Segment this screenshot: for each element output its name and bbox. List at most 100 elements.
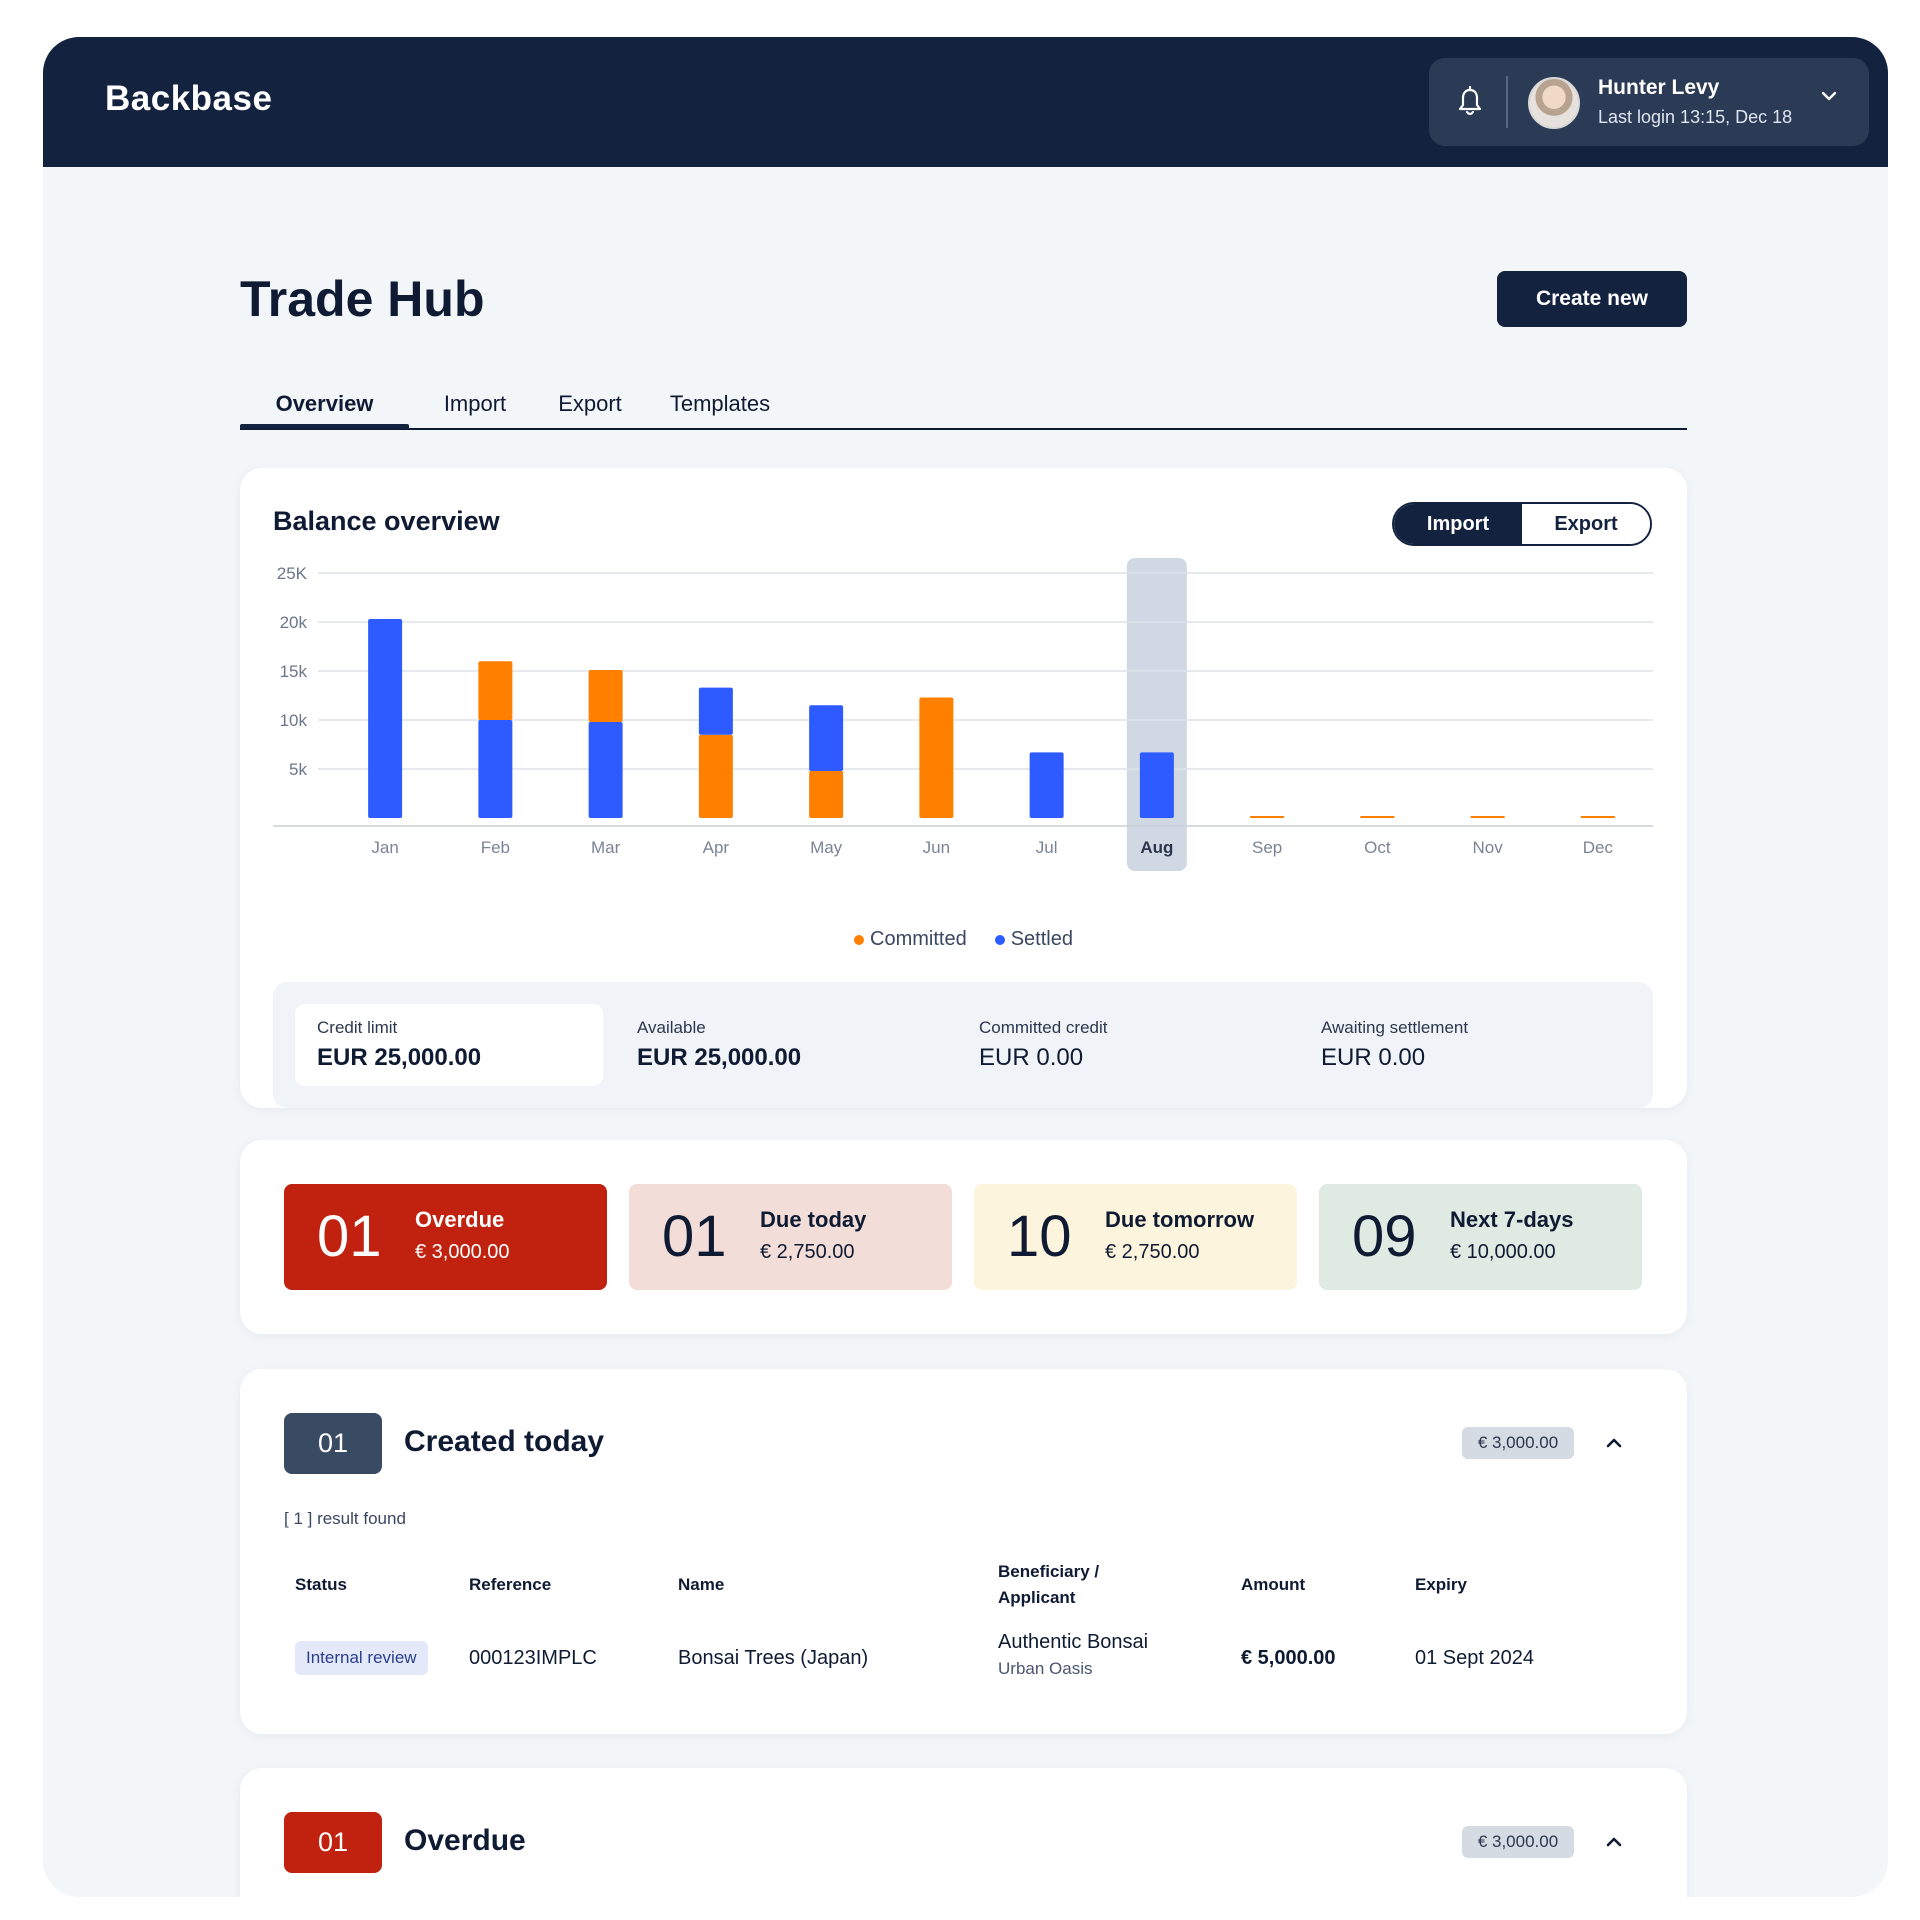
- bar-settled-may: [809, 705, 844, 771]
- x-tick-label: Oct: [1364, 838, 1391, 857]
- import-export-toggle[interactable]: Import Export: [1392, 502, 1652, 546]
- column-header-expiry: Expiry: [1415, 1575, 1467, 1594]
- balance-summary: Credit limit EUR 25,000.00 Available EUR…: [273, 982, 1653, 1108]
- column-header-amount: Amount: [1241, 1575, 1306, 1594]
- tile-amount: € 2,750.00: [1105, 1241, 1200, 1263]
- bar-committed-may: [809, 770, 844, 818]
- app-frame: Backbase Hunter Levy Last login 13:15, D…: [43, 37, 1888, 1897]
- legend-dot-committed: [854, 934, 865, 945]
- cell-reference: 000123IMPLC: [469, 1647, 597, 1669]
- summary-credit-limit: Credit limit EUR 25,000.00: [295, 1004, 603, 1086]
- chevron-up-icon[interactable]: [1602, 1431, 1626, 1455]
- y-tick-label: 15k: [280, 662, 308, 681]
- summary-label: Awaiting settlement: [1321, 1018, 1469, 1037]
- summary-label: Available: [637, 1018, 706, 1037]
- x-tick-label: Apr: [703, 838, 730, 857]
- created-today-count-badge: 01: [284, 1413, 382, 1474]
- y-tick-label: 5k: [289, 760, 307, 779]
- bar-settled-jul: [1029, 752, 1064, 818]
- x-tick-label: Jan: [371, 838, 398, 857]
- bar-settled-mar: [588, 721, 623, 818]
- toggle-export-button[interactable]: Export: [1522, 504, 1650, 544]
- column-header-beneficiary: Beneficiary / Applicant: [998, 1562, 1100, 1607]
- avatar[interactable]: [1528, 77, 1580, 129]
- create-new-button[interactable]: Create new: [1497, 271, 1687, 327]
- bar-committed-feb: [478, 661, 513, 720]
- bar-committed-apr: [698, 734, 733, 818]
- user-menu[interactable]: Hunter Levy Last login 13:15, Dec 18: [1429, 58, 1869, 146]
- created-today-card: 01 Created today € 3,000.00 [ 1 ] result…: [240, 1369, 1687, 1734]
- tab-templates[interactable]: Templates: [655, 380, 785, 428]
- tile-label: Next 7-days: [1450, 1207, 1574, 1232]
- chart-legend: Committed Settled: [240, 928, 1687, 951]
- created-today-total-chip: € 3,000.00: [1462, 1427, 1574, 1459]
- highlight-column: [1126, 558, 1187, 871]
- x-tick-label: Feb: [481, 838, 510, 857]
- bar-settled-jan: [368, 619, 403, 818]
- bell-icon[interactable]: [1457, 84, 1483, 120]
- due-status-card: 01 Overdue € 3,000.00 01 Due today € 2,7…: [240, 1140, 1687, 1334]
- tile-label: Due today: [760, 1207, 867, 1232]
- tab-overview[interactable]: Overview: [240, 380, 409, 428]
- summary-committed-credit: Committed credit EUR 0.00: [957, 1004, 1257, 1086]
- legend-label-settled: Settled: [1010, 928, 1073, 950]
- tile-next-7-days[interactable]: 09 Next 7-days € 10,000.00: [1319, 1184, 1642, 1290]
- tile-count: 01: [662, 1204, 727, 1269]
- balance-bar-chart: 5k 10k 15k 20k 25K Jan Feb Mar Apr May Jun Jul Aug Se…: [273, 558, 1653, 871]
- overdue-total-chip: € 3,000.00: [1462, 1826, 1574, 1858]
- bar-committed-mar: [588, 670, 623, 722]
- summary-awaiting-settlement: Awaiting settlement EUR 0.00: [1299, 1004, 1619, 1086]
- created-today-title: Created today: [404, 1425, 605, 1458]
- bar-settled-apr: [698, 687, 733, 735]
- x-tick-label: Sep: [1252, 838, 1282, 857]
- x-tick-label: Aug: [1140, 838, 1173, 857]
- tab-import[interactable]: Import: [425, 380, 525, 428]
- overdue-title: Overdue: [404, 1824, 526, 1857]
- last-login-text: Last login 13:15, Dec 18: [1598, 107, 1793, 127]
- tile-count: 09: [1352, 1204, 1417, 1269]
- y-tick-label: 10k: [280, 711, 308, 730]
- legend-dot-settled: [994, 934, 1005, 945]
- bar-settled-aug: [1139, 752, 1174, 818]
- legend-label-committed: Committed: [870, 928, 967, 950]
- legend-item-settled: Settled: [994, 928, 1073, 951]
- top-navigation-bar: Backbase Hunter Levy Last login 13:15, D…: [43, 37, 1888, 167]
- active-tab-indicator: [240, 424, 409, 429]
- x-tick-label: Jul: [1036, 838, 1058, 857]
- tile-count: 01: [317, 1204, 382, 1269]
- page-title: Trade Hub: [240, 271, 485, 327]
- overdue-card: 01 Overdue € 3,000.00: [240, 1768, 1687, 1897]
- tile-count: 10: [1007, 1204, 1072, 1269]
- chevron-down-icon[interactable]: [1818, 85, 1840, 107]
- tab-export[interactable]: Export: [540, 380, 640, 428]
- tab-bar: Overview Import Export Templates: [240, 380, 1687, 430]
- cell-beneficiary: Authentic Bonsai: [998, 1631, 1149, 1653]
- tile-label: Due tomorrow: [1105, 1207, 1255, 1232]
- x-tick-label: Dec: [1583, 838, 1614, 857]
- chevron-up-icon[interactable]: [1602, 1830, 1626, 1854]
- column-header-name: Name: [678, 1575, 725, 1594]
- tile-due-tomorrow[interactable]: 10 Due tomorrow € 2,750.00: [974, 1184, 1297, 1290]
- brand-logo[interactable]: Backbase: [105, 79, 272, 119]
- tile-overdue[interactable]: 01 Overdue € 3,000.00: [284, 1184, 607, 1290]
- legend-item-committed: Committed: [854, 928, 967, 951]
- x-tick-label: Nov: [1473, 838, 1504, 857]
- x-tick-label: Jun: [923, 838, 950, 857]
- tile-due-today[interactable]: 01 Due today € 2,750.00: [629, 1184, 952, 1290]
- balance-overview-title: Balance overview: [273, 506, 500, 536]
- tile-amount: € 3,000.00: [415, 1241, 510, 1263]
- result-count: [ 1 ] result found: [284, 1509, 406, 1528]
- column-header-reference: Reference: [469, 1575, 552, 1594]
- user-menu-divider: [1506, 76, 1508, 128]
- bar-committed-jun: [919, 697, 954, 818]
- summary-label: Credit limit: [317, 1018, 398, 1037]
- overdue-count-badge: 01: [284, 1812, 382, 1873]
- summary-value: EUR 0.00: [979, 1044, 1084, 1071]
- column-header-status: Status: [295, 1575, 347, 1594]
- toggle-import-button[interactable]: Import: [1394, 504, 1522, 544]
- y-tick-label: 25K: [277, 564, 308, 583]
- x-tick-label: May: [810, 838, 843, 857]
- user-name: Hunter Levy: [1598, 76, 1720, 99]
- status-badge: Internal review: [295, 1641, 428, 1675]
- balance-overview-card: Balance overview Import Export 5k 10k 15k 2…: [240, 468, 1687, 1108]
